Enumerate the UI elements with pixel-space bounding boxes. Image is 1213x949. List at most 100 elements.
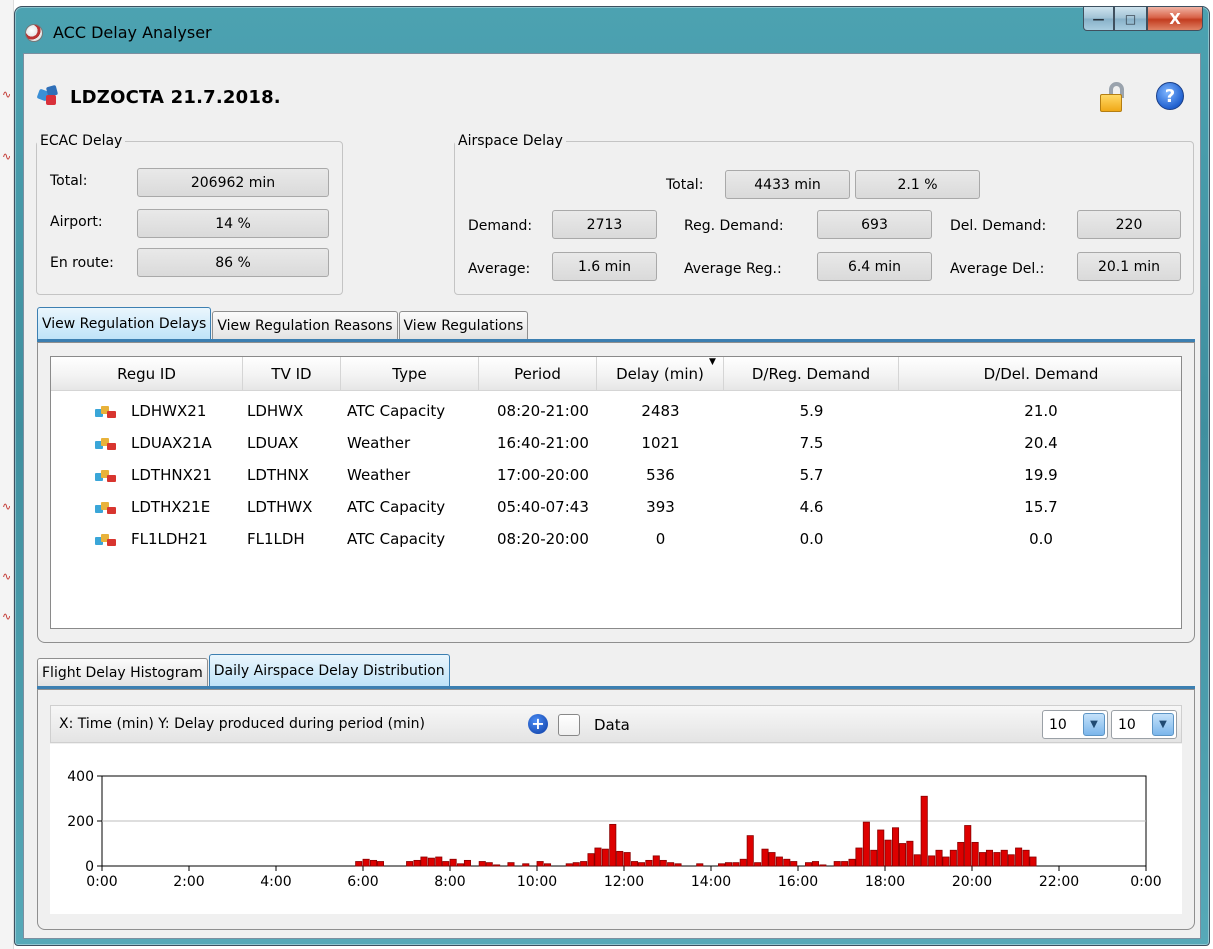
col-d-reg-demand[interactable]: D/Reg. Demand (724, 357, 899, 391)
cell-tv-id: LDUAX (247, 433, 299, 452)
close-icon: X (1169, 9, 1181, 28)
table-row[interactable]: LDTHX21E LDTHWX ATC Capacity 05:40-07:43… (51, 491, 1181, 522)
tab-regulations[interactable]: View Regulations (398, 311, 529, 339)
col-regu-id[interactable]: Regu ID (51, 357, 243, 391)
x-tick-label: 16:00 (778, 874, 818, 890)
y-tick-label: 0 (85, 859, 94, 875)
data-checkbox[interactable] (558, 714, 580, 736)
page-title: LDZOCTA 21.7.2018. (70, 86, 281, 108)
maximize-button[interactable]: □ (1114, 7, 1147, 31)
cell-d-reg-demand: 0.0 (799, 529, 824, 548)
app-icon (25, 24, 43, 42)
delay-bar (913, 854, 921, 867)
window-controls: — □ X (1083, 7, 1203, 33)
cell-d-del-demand: 20.4 (1024, 433, 1058, 452)
table-row[interactable]: LDTHNX21 LDTHNX Weather 17:00-20:00 536 … (51, 459, 1181, 490)
header: LDZOCTA 21.7.2018. (36, 84, 281, 110)
table-row[interactable]: FL1LDH21 FL1LDH ATC Capacity 08:20-20:00… (51, 523, 1181, 554)
delay-bar (920, 795, 928, 867)
delay-bar (1007, 854, 1015, 867)
cell-d-del-demand: 0.0 (1029, 529, 1053, 548)
bin-size-select-2[interactable]: 10 ▼ (1111, 710, 1177, 739)
delay-bar (739, 858, 747, 867)
delay-bar (724, 862, 733, 867)
add-icon[interactable]: + (528, 714, 548, 734)
delay-bar (811, 861, 820, 867)
delay-bar (442, 861, 450, 867)
y-tick-label: 200 (67, 814, 94, 830)
regulation-table: Regu ID TV ID Type Period Delay (min) D/… (50, 356, 1182, 629)
tab-flight-delay-histogram[interactable]: Flight Delay Histogram (37, 658, 208, 686)
del-demand-value: 220 (1077, 210, 1181, 239)
table-row[interactable]: LDHWX21 LDHWX ATC Capacity 08:20-21:00 2… (51, 395, 1181, 426)
delay-bar (985, 849, 994, 867)
cell-period: 08:20-21:00 (497, 401, 589, 420)
chevron-down-icon[interactable]: ▼ (1152, 713, 1174, 736)
tab-regulation-delays[interactable]: View Regulation Delays (37, 307, 212, 339)
delay-bar (565, 863, 573, 867)
demand-value: 2713 (552, 210, 657, 239)
tab-daily-airspace-delay[interactable]: Daily Airspace Delay Distribution (208, 654, 450, 686)
x-tick-label: 0:00 (1130, 874, 1161, 890)
delay-bar (637, 862, 646, 867)
col-tv-id[interactable]: TV ID (243, 357, 341, 391)
average-del-value: 20.1 min (1077, 252, 1181, 281)
reg-demand-label: Reg. Demand: (684, 218, 784, 234)
lock-open-icon[interactable] (1100, 82, 1126, 114)
chevron-down-icon[interactable]: ▼ (1083, 713, 1105, 736)
delay-bar (732, 862, 740, 867)
delay-bar (870, 849, 878, 867)
delay-bar (891, 827, 900, 867)
delay-bar (775, 856, 783, 867)
col-period[interactable]: Period (479, 357, 597, 391)
chart-toolbar: X: Time (min) Y: Delay produced during p… (50, 705, 1182, 743)
delay-bar (507, 862, 515, 867)
desktop-background: ∿ ∿ ∿ ∿ ∿ (0, 0, 14, 949)
cell-delay: 1021 (641, 433, 680, 452)
x-tick-label: 8:00 (434, 874, 465, 890)
x-tick-label: 20:00 (952, 874, 992, 890)
delay-bar (536, 861, 544, 867)
cell-delay: 393 (646, 497, 675, 516)
col-d-del-demand[interactable]: D/Del. Demand (899, 357, 1183, 391)
demand-label: Demand: (468, 218, 533, 234)
delay-bar (717, 863, 726, 867)
bin-size-select-1[interactable]: 10 ▼ (1042, 710, 1108, 739)
ecac-delay-legend: ECAC Delay (40, 133, 123, 149)
table-row[interactable]: LDUAX21A LDUAX Weather 16:40-21:00 1021 … (51, 427, 1181, 458)
delay-bar (652, 855, 660, 867)
delay-bar (942, 856, 950, 867)
cell-d-del-demand: 15.7 (1024, 497, 1058, 516)
delay-chart-svg: 0 200 400 0:00 2:00 4:00 6:00 8:00 10:00 12:00 14:… (67, 769, 1161, 890)
cell-d-reg-demand: 5.7 (799, 465, 824, 484)
close-button[interactable]: X (1147, 7, 1203, 31)
average-label: Average: (468, 261, 531, 277)
y-tick-label: 400 (67, 769, 94, 785)
delay-bar (819, 864, 827, 867)
help-icon[interactable]: ? (1156, 82, 1184, 110)
airspace-total-percent: 2.1 % (855, 170, 980, 199)
tab-regulation-reasons[interactable]: View Regulation Reasons (212, 311, 398, 339)
delay-bar (971, 841, 979, 867)
cell-delay: 0 (655, 529, 666, 548)
cell-regu-id: LDUAX21A (131, 433, 212, 452)
minimize-button[interactable]: — (1083, 7, 1114, 31)
delay-bar (623, 852, 631, 867)
cell-d-reg-demand: 5.9 (799, 401, 824, 420)
title-bar[interactable]: ACC Delay Analyser — □ X (15, 7, 1209, 53)
desktop-map-fragment: ∿ (2, 150, 12, 163)
col-type[interactable]: Type (341, 357, 479, 391)
delay-bar (884, 839, 892, 867)
cell-regu-id: FL1LDH21 (131, 529, 208, 548)
delay-bar (906, 840, 914, 867)
delay-bar (855, 847, 863, 867)
delay-bar (362, 858, 370, 867)
delay-bar (463, 859, 472, 867)
cell-d-reg-demand: 7.5 (799, 433, 824, 452)
cell-regu-id: LDHWX21 (131, 401, 207, 420)
x-tick-label: 0:00 (86, 874, 117, 890)
delay-bar (420, 856, 428, 867)
col-delay[interactable]: Delay (min) (597, 357, 724, 391)
delay-bar (376, 861, 385, 867)
ecac-airport-label: Airport: (50, 214, 103, 230)
